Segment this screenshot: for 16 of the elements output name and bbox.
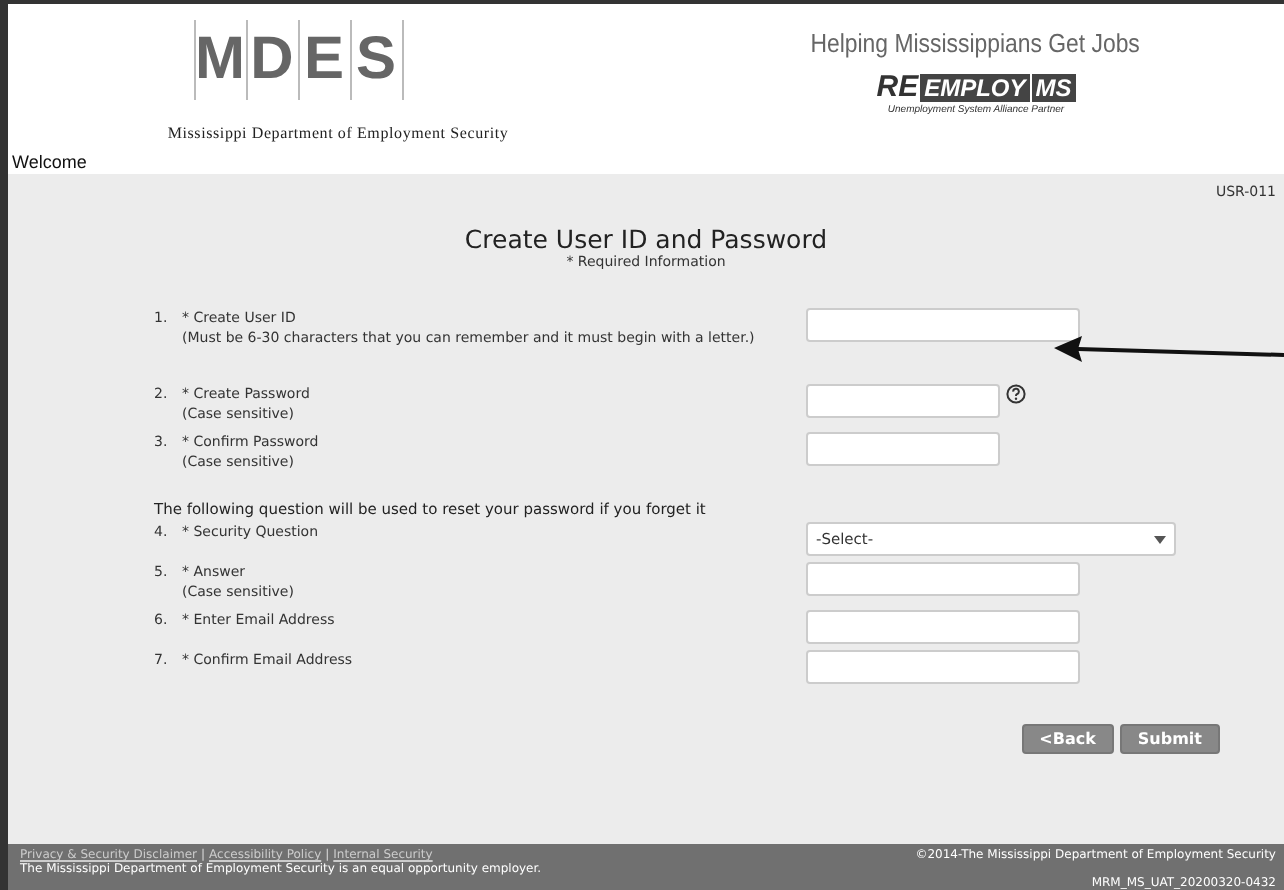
welcome-text: Welcome xyxy=(12,152,89,172)
input-field[interactable] xyxy=(806,610,1080,644)
tagline: Helping Mississippians Get Jobs xyxy=(811,28,1141,58)
reemploy-logo: RE EMPLOY MS xyxy=(876,70,1076,104)
input-field[interactable] xyxy=(806,650,1080,684)
help-icon[interactable] xyxy=(1006,384,1026,404)
input-field[interactable] xyxy=(806,384,1000,418)
input-field[interactable] xyxy=(806,308,1080,342)
submit-button[interactable]: Submit xyxy=(1119,724,1220,754)
input-field[interactable] xyxy=(806,562,1080,596)
page-title: Create User ID and Password xyxy=(464,224,828,254)
back-button[interactable]: <Back xyxy=(1021,724,1114,754)
input-field[interactable] xyxy=(806,432,1000,466)
mdes-logo: M D E S xyxy=(193,20,403,100)
dropdown-caret-icon xyxy=(1154,535,1166,543)
agency-name: Mississippi Department of Employment Security xyxy=(167,124,509,142)
